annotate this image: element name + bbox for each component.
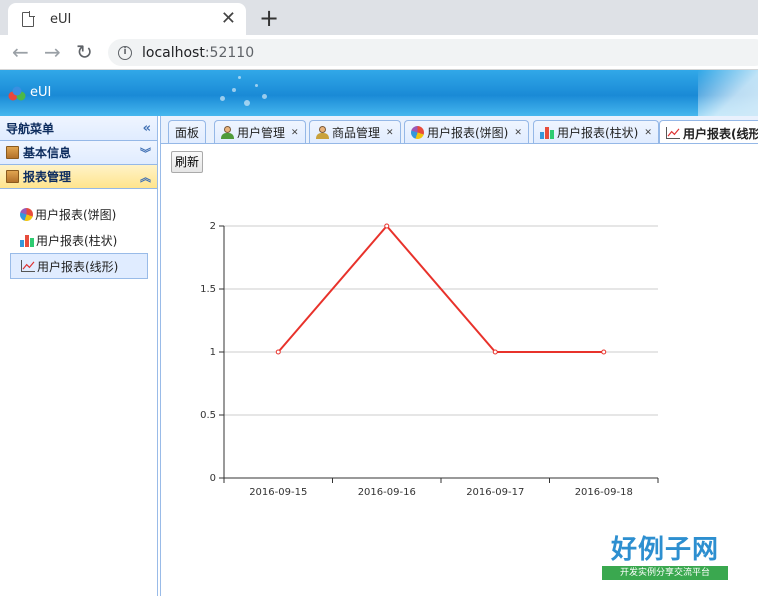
reload-icon[interactable]: ↻ <box>76 40 93 64</box>
url-host: localhost <box>142 44 205 61</box>
forward-arrow-icon[interactable]: → <box>44 40 61 64</box>
browser-tab-strip: eUI ✕ + <box>0 0 758 35</box>
data-point <box>492 349 498 355</box>
x-tick-label: 2016-09-18 <box>575 487 633 498</box>
header-decoration <box>698 70 758 116</box>
close-icon[interactable]: ✕ <box>221 10 236 28</box>
accordion-report-management[interactable]: 报表管理 ︽ <box>0 165 157 189</box>
tab-product-management[interactable]: 商品管理 ✕ <box>309 120 401 143</box>
bubble-decoration <box>220 96 225 101</box>
close-icon[interactable]: ✕ <box>514 128 522 138</box>
url-port: :52110 <box>204 44 255 61</box>
tab-panel-body: 刷新 0 0.5 1 1.5 2 2016-09-15 2016-09-16 2016-09-… <box>161 145 758 596</box>
bubble-decoration <box>232 88 236 92</box>
accordion-basic-info[interactable]: 基本信息 ︾ <box>0 141 157 165</box>
tab-label: 用户管理 <box>237 126 286 140</box>
y-tick-label: 2 <box>210 221 216 232</box>
bar-chart-icon <box>20 234 34 247</box>
bubble-decoration <box>255 84 258 87</box>
info-icon[interactable]: i <box>118 45 132 60</box>
x-tick-label: 2016-09-17 <box>466 487 524 498</box>
app-logo-icon <box>8 86 26 101</box>
main-content: 面板 用户管理 ✕ 商品管理 ✕ 用户报表(饼图) ✕ 用户报表(柱状) ✕ 用… <box>160 116 758 596</box>
browser-toolbar: ← → ↻ i localhost:52110 <box>0 35 758 70</box>
close-icon[interactable]: ✕ <box>291 128 299 138</box>
browser-tab-title: eUI <box>50 11 72 27</box>
app-header: eUI <box>0 70 758 116</box>
watermark-logo: 好例子网 开发实例分享交流平台 <box>602 534 728 580</box>
browser-tab[interactable]: eUI ✕ <box>8 3 246 35</box>
tree-item-user-report-line[interactable]: 用户报表(线形) <box>10 253 148 279</box>
y-tick-label: 1.5 <box>200 284 216 295</box>
x-tick-label: 2016-09-16 <box>358 487 416 498</box>
user-icon <box>221 126 234 139</box>
bar-chart-icon <box>540 126 554 139</box>
pie-chart-icon <box>20 207 33 221</box>
tab-label: 用户报表(柱状) <box>557 126 639 140</box>
bubble-decoration <box>262 94 267 99</box>
data-point <box>275 349 281 355</box>
y-tick-label: 0 <box>210 473 216 484</box>
line-chart: 0 0.5 1 1.5 2 2016-09-15 2016-09-16 2016-09-17 2… <box>200 221 659 498</box>
data-point <box>601 349 607 355</box>
watermark-brand: 好例子网 <box>610 535 719 565</box>
page-icon <box>22 11 35 27</box>
tree-item-label: 用户报表(线形) <box>37 259 119 274</box>
tree-item-user-report-pie[interactable]: 用户报表(饼图) <box>10 201 148 227</box>
new-tab-button[interactable]: + <box>259 4 279 32</box>
bubble-decoration <box>238 76 241 79</box>
tab-strip: 面板 用户管理 ✕ 商品管理 ✕ 用户报表(饼图) ✕ 用户报表(柱状) ✕ 用… <box>161 116 758 144</box>
bubble-decoration <box>244 100 250 106</box>
report-tree: 用户报表(饼图) 用户报表(柱状) 用户报表(线形) <box>0 189 157 279</box>
navigation-panel: 导航菜单 « 基本信息 ︾ 报表管理 ︽ 用户报表(饼图) 用户报表(柱状) 用… <box>0 116 158 596</box>
y-tick-label: 0.5 <box>200 410 216 421</box>
chevron-double-up-icon[interactable]: ︽ <box>140 169 151 185</box>
line-chart-icon <box>666 127 680 139</box>
tree-item-label: 用户报表(柱状) <box>36 233 118 248</box>
app-title: eUI <box>30 85 52 100</box>
collapse-left-icon[interactable]: « <box>143 121 151 136</box>
tab-user-management[interactable]: 用户管理 ✕ <box>214 120 306 143</box>
close-icon[interactable]: ✕ <box>386 128 394 138</box>
tab-user-report-pie[interactable]: 用户报表(饼图) ✕ <box>404 120 529 143</box>
close-icon[interactable]: ✕ <box>644 128 652 138</box>
back-arrow-icon[interactable]: ← <box>12 40 29 64</box>
data-point <box>384 223 390 229</box>
tab-user-report-bar[interactable]: 用户报表(柱状) ✕ <box>533 120 659 143</box>
tab-user-report-line[interactable]: 用户报表(线形) ✕ <box>659 120 758 143</box>
user-icon <box>316 126 329 139</box>
tab-label: 用户报表(饼图) <box>427 126 509 140</box>
navigation-panel-title: 导航菜单 « <box>0 116 157 141</box>
folder-icon <box>6 170 19 183</box>
x-tick-label: 2016-09-15 <box>249 487 307 498</box>
tree-item-label: 用户报表(饼图) <box>35 207 117 222</box>
accordion-label: 基本信息 <box>23 146 72 160</box>
tab-label: 面板 <box>175 126 200 140</box>
tree-item-user-report-bar[interactable]: 用户报表(柱状) <box>10 227 148 253</box>
watermark-slogan: 开发实例分享交流平台 <box>602 566 728 580</box>
pie-chart-icon <box>411 126 424 139</box>
address-bar[interactable]: i localhost:52110 <box>108 39 758 66</box>
tab-label: 商品管理 <box>332 126 381 140</box>
y-tick-label: 1 <box>210 347 216 358</box>
chevron-double-down-icon[interactable]: ︾ <box>140 145 151 161</box>
navigation-title-label: 导航菜单 <box>6 121 55 136</box>
line-chart-icon <box>21 260 35 272</box>
accordion-label: 报表管理 <box>23 170 72 184</box>
folder-icon <box>6 146 19 159</box>
tab-label: 用户报表(线形) <box>683 126 758 141</box>
tab-panel[interactable]: 面板 <box>168 120 207 143</box>
